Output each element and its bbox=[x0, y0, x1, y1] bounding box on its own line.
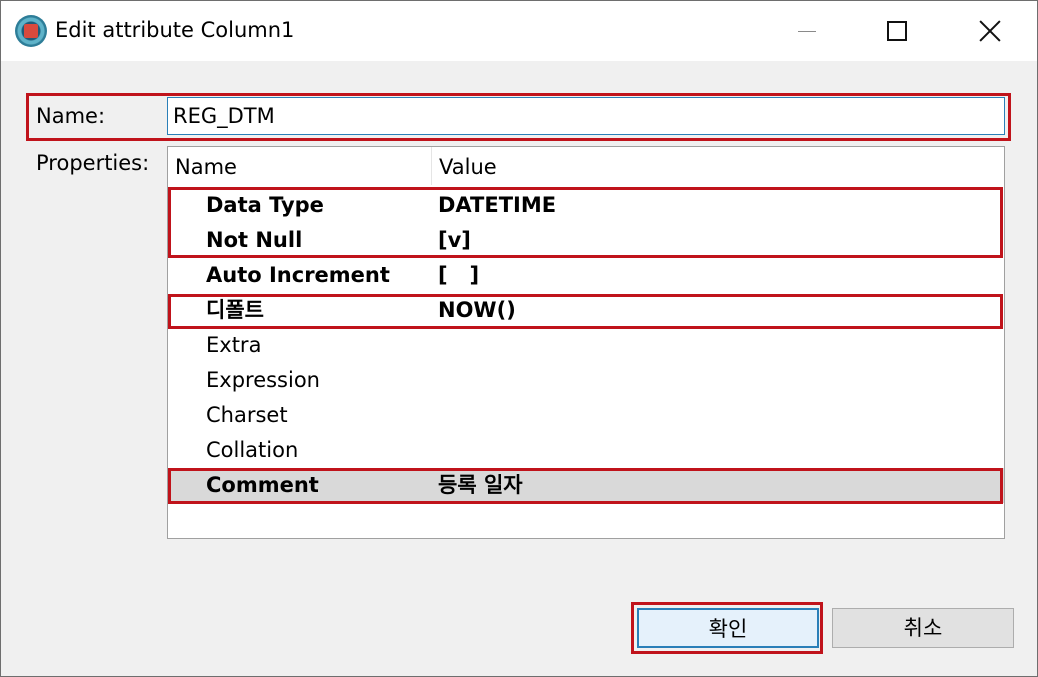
row-name-cell: 디폴트 bbox=[206, 298, 264, 322]
properties-table[interactable]: Name Value Data Type DATETIME Not Null [… bbox=[167, 146, 1005, 539]
maximize-icon bbox=[887, 21, 907, 41]
row-name-cell: Comment bbox=[206, 473, 319, 497]
row-name-cell: Auto Increment bbox=[206, 263, 390, 287]
ok-button[interactable]: 확인 bbox=[637, 608, 819, 648]
cancel-button[interactable]: 취소 bbox=[832, 608, 1014, 648]
row-value-cell[interactable]: 등록 일자 bbox=[438, 468, 523, 503]
app-icon bbox=[15, 15, 47, 47]
row-name-cell: Not Null bbox=[206, 228, 303, 252]
table-row-auto-increment[interactable]: Auto Increment [ ] bbox=[168, 258, 1004, 293]
table-row-charset[interactable]: Charset bbox=[168, 398, 1004, 433]
title-bar: Edit attribute Column1 bbox=[1, 1, 1037, 61]
row-value-cell[interactable]: [v] bbox=[438, 223, 471, 258]
properties-label: Properties: bbox=[36, 151, 150, 175]
minimize-icon bbox=[798, 30, 816, 32]
row-name-cell: Collation bbox=[206, 438, 299, 462]
name-input[interactable] bbox=[167, 97, 1005, 135]
maximize-button[interactable] bbox=[851, 1, 943, 61]
row-name-cell: Expression bbox=[206, 368, 320, 392]
table-row-extra[interactable]: Extra bbox=[168, 328, 1004, 363]
column-header-name[interactable]: Name bbox=[168, 147, 432, 185]
minimize-button[interactable] bbox=[761, 1, 853, 61]
row-name-cell: Charset bbox=[206, 403, 288, 427]
table-row-comment[interactable]: Comment 등록 일자 bbox=[168, 468, 1004, 503]
app-icon-inner bbox=[24, 24, 38, 38]
close-icon bbox=[979, 20, 1001, 42]
row-value-cell[interactable]: DATETIME bbox=[438, 188, 556, 223]
name-label: Name: bbox=[36, 104, 106, 128]
row-name-cell: Data Type bbox=[206, 193, 324, 217]
window-title: Edit attribute Column1 bbox=[55, 18, 295, 42]
close-button[interactable] bbox=[944, 1, 1036, 61]
dialog-window: Edit attribute Column1 Name: Properties:… bbox=[0, 0, 1038, 677]
table-row-data-type[interactable]: Data Type DATETIME bbox=[168, 188, 1004, 223]
table-row-expression[interactable]: Expression bbox=[168, 363, 1004, 398]
row-value-cell[interactable]: [ ] bbox=[438, 258, 479, 293]
table-row-not-null[interactable]: Not Null [v] bbox=[168, 223, 1004, 258]
table-row-default[interactable]: 디폴트 NOW() bbox=[168, 293, 1004, 328]
row-name-cell: Extra bbox=[206, 333, 262, 357]
table-row-collation[interactable]: Collation bbox=[168, 433, 1004, 468]
column-header-value[interactable]: Value bbox=[432, 147, 1004, 185]
row-value-cell[interactable]: NOW() bbox=[438, 293, 516, 328]
